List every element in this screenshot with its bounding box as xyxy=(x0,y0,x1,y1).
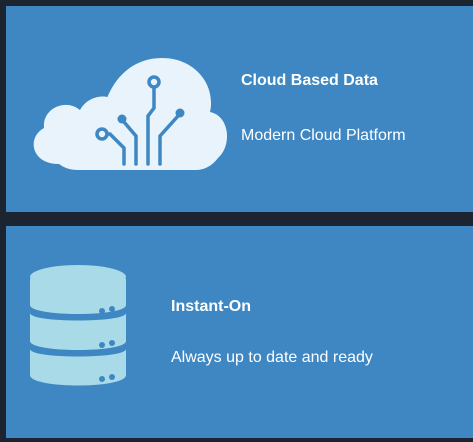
card-subtitle: Modern Cloud Platform xyxy=(241,127,406,144)
card-subtitle: Always up to date and ready xyxy=(171,349,373,366)
database-icon xyxy=(30,265,126,386)
feature-card-cloud: Cloud Based Data Modern Cloud Platform xyxy=(6,6,473,212)
card-title: Instant-On xyxy=(171,298,251,315)
cloud-circuit-icon xyxy=(33,58,228,170)
feature-card-instant-on: Instant-On Always up to date and ready xyxy=(6,226,473,438)
card-title: Cloud Based Data xyxy=(241,72,378,89)
